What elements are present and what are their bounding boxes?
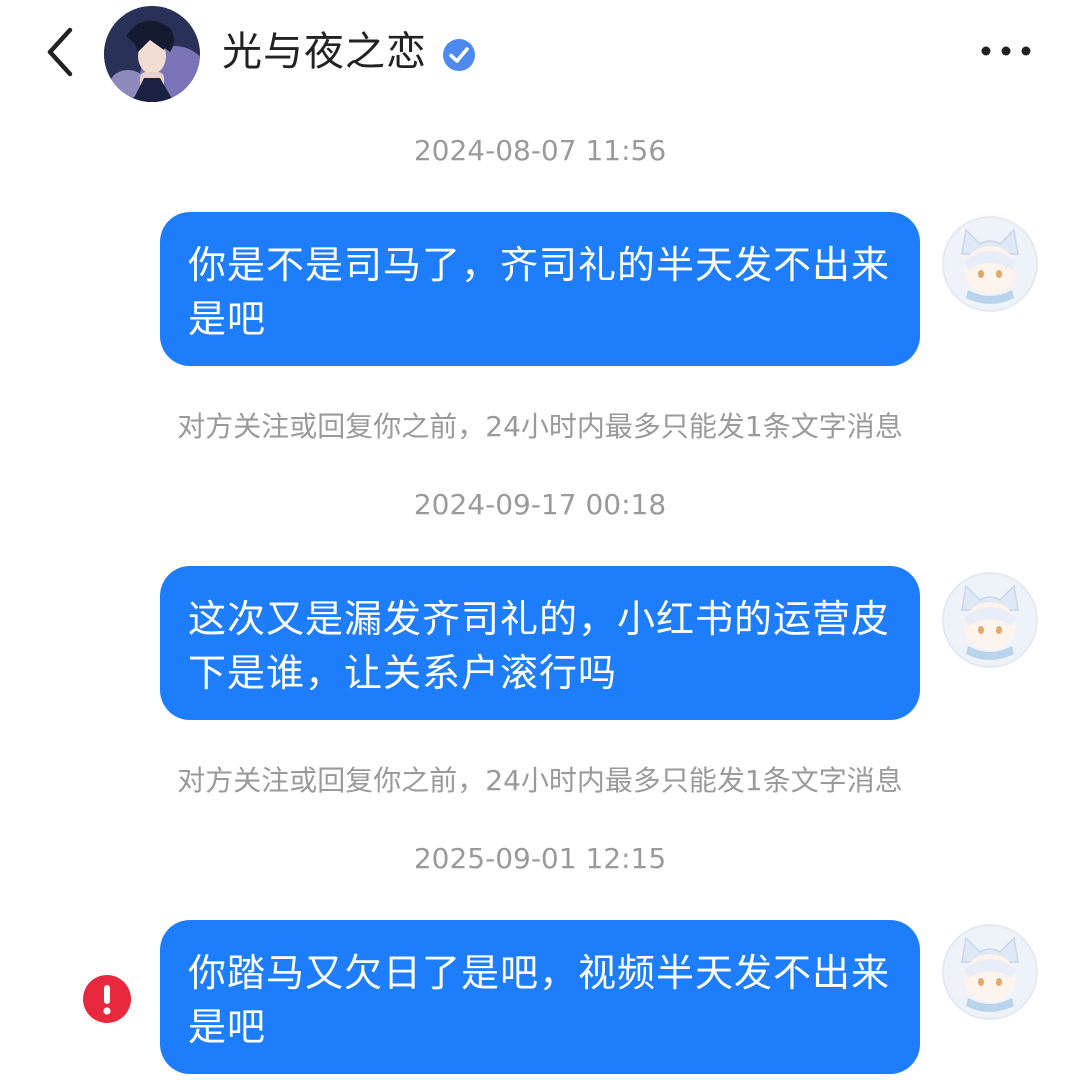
rate-limit-notice: 对方关注或回复你之前，24小时内最多只能发1条文字消息 (177, 764, 903, 797)
error-exclamation-icon (83, 975, 131, 1023)
user-avatar[interactable] (942, 924, 1038, 1020)
message-timestamp: 2025-09-01 12:15 (413, 842, 667, 875)
send-failed-button[interactable] (82, 974, 132, 1024)
chat-header: 光与夜之恋 (0, 0, 1080, 104)
user-avatar[interactable] (942, 216, 1038, 312)
chibi-avatar-image (944, 926, 1036, 1018)
rate-limit-notice: 对方关注或回复你之前，24小时内最多只能发1条文字消息 (177, 410, 903, 443)
verified-badge-icon (442, 38, 476, 72)
back-button[interactable] (36, 22, 86, 82)
sent-message-bubble[interactable]: 你是不是司马了，齐司礼的半天发不出来是吧 (160, 212, 920, 366)
chevron-left-icon (47, 27, 73, 77)
message-timestamp: 2024-09-17 00:18 (413, 488, 667, 521)
more-options-button[interactable] (978, 36, 1034, 66)
message-timestamp: 2024-08-07 11:56 (413, 134, 667, 167)
character-portrait-image (104, 6, 200, 102)
sent-message-bubble[interactable]: 你踏马又欠日了是吧，视频半天发不出来是吧 (160, 920, 920, 1074)
sent-message-bubble[interactable]: 这次又是漏发齐司礼的，小红书的运营皮下是谁，让关系户滚行吗 (160, 566, 920, 720)
chat-screen: 光与夜之恋 2024-08-07 11:56 你是不是司马了，齐司礼的半天发不出… (0, 0, 1080, 1080)
page-title: 光与夜之恋 (222, 29, 427, 75)
chibi-avatar-image (944, 574, 1036, 666)
user-avatar[interactable] (942, 572, 1038, 668)
more-horizontal-icon (981, 46, 1031, 56)
chibi-avatar-image (944, 218, 1036, 310)
contact-avatar[interactable] (104, 6, 200, 102)
